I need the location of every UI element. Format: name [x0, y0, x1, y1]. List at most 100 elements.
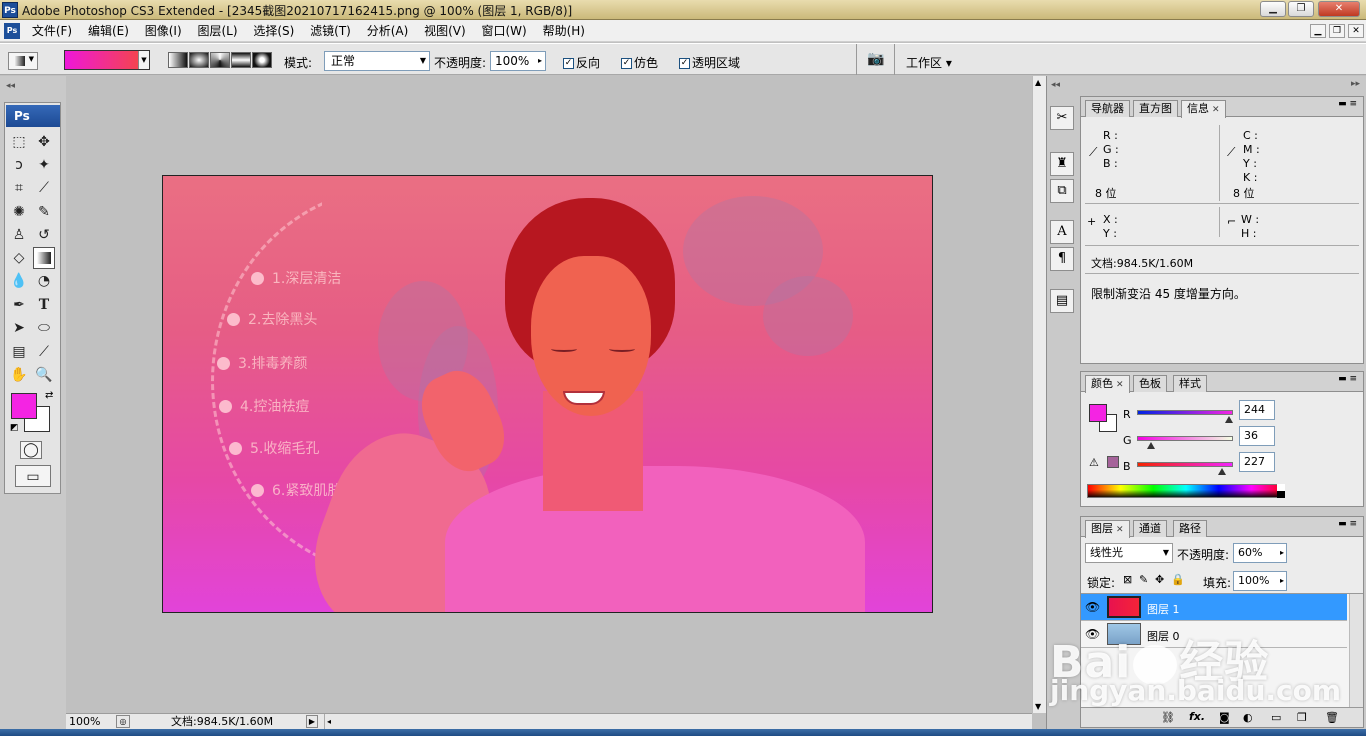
brushes-icon[interactable]: ♜	[1050, 152, 1074, 176]
tab-info[interactable]: 信息 ✕	[1181, 100, 1226, 118]
gradient-tool-icon[interactable]	[33, 247, 55, 269]
menu-file[interactable]: 文件(F)	[26, 20, 78, 42]
close-icon[interactable]: ✕	[1212, 105, 1220, 115]
doc-restore-button[interactable]: ❐	[1329, 24, 1345, 38]
layers-scrollbar[interactable]	[1349, 594, 1363, 708]
adjustment-layer-icon[interactable]: ◐	[1243, 711, 1253, 724]
tab-swatches[interactable]: 色板	[1133, 375, 1167, 392]
status-menu-icon[interactable]: ◎	[116, 715, 130, 728]
gamut-color-swatch[interactable]	[1107, 456, 1119, 468]
ellipse-tool-icon[interactable]: ⬭	[33, 317, 55, 339]
notes-tool-icon[interactable]: ▤	[8, 341, 30, 363]
tool-preset-picker[interactable]: ▼	[8, 52, 38, 70]
stamp-tool-icon[interactable]: ♙	[8, 224, 30, 246]
layer-row-1[interactable]: 👁 图层 1	[1081, 594, 1347, 621]
new-group-icon[interactable]: ▭	[1271, 711, 1281, 724]
g-slider-thumb[interactable]	[1146, 442, 1155, 449]
menu-analysis[interactable]: 分析(A)	[361, 20, 415, 42]
menu-help[interactable]: 帮助(H)	[537, 20, 591, 42]
maximize-button[interactable]: ❐	[1288, 1, 1314, 17]
gradient-picker[interactable]: ▼	[64, 50, 150, 70]
pen-tool-icon[interactable]: ✒	[8, 294, 30, 316]
menu-image[interactable]: 图像(I)	[139, 20, 188, 42]
menu-layer[interactable]: 图层(L)	[191, 20, 243, 42]
tab-histogram[interactable]: 直方图	[1133, 100, 1178, 117]
r-slider[interactable]	[1137, 410, 1233, 415]
linear-gradient-button[interactable]	[168, 52, 188, 68]
close-button[interactable]: ✕	[1318, 1, 1360, 17]
diamond-gradient-button[interactable]	[252, 52, 272, 68]
status-arrow-icon[interactable]: ▶	[306, 715, 318, 728]
default-colors-icon[interactable]: ◩	[10, 423, 19, 433]
expand-icon[interactable]: ▸▸	[1351, 79, 1360, 89]
layer-comps-icon[interactable]: ▤	[1050, 289, 1074, 313]
healing-brush-icon[interactable]: ✺	[8, 201, 30, 223]
eraser-tool-icon[interactable]: ◇	[8, 247, 30, 269]
color-fg-swatch[interactable]	[1089, 404, 1107, 422]
spectrum-black-swatch[interactable]	[1277, 491, 1285, 498]
history-brush-icon[interactable]: ↺	[33, 224, 55, 246]
doc-close-button[interactable]: ✕	[1348, 24, 1364, 38]
marquee-tool-icon[interactable]: ⬚	[8, 131, 30, 153]
lock-all-icon[interactable]: 🔒	[1171, 573, 1185, 586]
dodge-tool-icon[interactable]: ◔	[33, 270, 55, 292]
slice-tool-icon[interactable]: ⟋	[33, 177, 55, 199]
ps-menu-icon[interactable]: Ps	[4, 23, 20, 39]
scroll-down-icon[interactable]: ▼	[1035, 702, 1041, 711]
collapse-icon[interactable]: ◂◂	[1051, 80, 1060, 90]
link-layers-icon[interactable]: ⛓	[1161, 711, 1175, 724]
quick-mask-icon[interactable]: ◯	[20, 441, 42, 459]
minimize-button[interactable]: ▁	[1260, 1, 1286, 17]
visibility-eye-icon[interactable]: 👁	[1085, 600, 1100, 614]
image-canvas[interactable]: 1.深层清洁 2.去除黑头 3.排毒养颜 4.控油祛痘 5.收缩毛孔 6.紧致肌…	[162, 175, 933, 613]
tab-paths[interactable]: 路径	[1173, 520, 1207, 537]
blend-mode-select[interactable]: 线性光 ▼	[1085, 543, 1173, 563]
fill-input[interactable]: 100% ▸	[1233, 571, 1287, 591]
close-icon[interactable]: ✕	[1116, 525, 1124, 535]
blur-tool-icon[interactable]: 💧	[8, 270, 30, 292]
paragraph-icon[interactable]: ¶	[1050, 247, 1074, 271]
layer-style-icon[interactable]: fx.	[1189, 710, 1205, 723]
swap-colors-icon[interactable]: ⇄	[45, 390, 53, 401]
bridge-icon[interactable]: 📷	[864, 51, 888, 69]
vertical-scrollbar[interactable]: ▲ ▼	[1032, 76, 1046, 713]
type-tool-icon[interactable]: T	[33, 294, 55, 316]
path-selection-icon[interactable]: ➤	[8, 317, 30, 339]
reflected-gradient-button[interactable]	[231, 52, 251, 68]
menu-edit[interactable]: 编辑(E)	[82, 20, 135, 42]
layer-opacity-input[interactable]: 60% ▸	[1233, 543, 1287, 563]
close-icon[interactable]: ✕	[1116, 380, 1124, 390]
color-spectrum-bar[interactable]	[1087, 484, 1285, 498]
angle-gradient-button[interactable]	[210, 52, 230, 68]
layer-mask-icon[interactable]: ◙	[1219, 711, 1230, 724]
workspace-button[interactable]: 工作区 ▾	[906, 54, 952, 71]
tab-styles[interactable]: 样式	[1173, 375, 1207, 392]
b-value-field[interactable]: 227	[1239, 452, 1275, 472]
reverse-checkbox[interactable]: ✓ 反向	[563, 54, 600, 71]
g-slider[interactable]	[1137, 436, 1233, 441]
radial-gradient-button[interactable]	[189, 52, 209, 68]
hand-tool-icon[interactable]: ✋	[8, 364, 30, 386]
new-layer-icon[interactable]: ❐	[1297, 711, 1307, 724]
crop-tool-icon[interactable]: ⌗	[8, 177, 30, 199]
tab-color[interactable]: 颜色 ✕	[1085, 375, 1130, 393]
layer-name[interactable]: 图层 1	[1147, 601, 1180, 617]
tab-navigator[interactable]: 导航器	[1085, 100, 1130, 117]
move-tool-icon[interactable]: ✥	[33, 131, 55, 153]
screen-mode-icon[interactable]: ▭	[15, 465, 51, 487]
horizontal-scrollbar[interactable]: ◂	[324, 714, 1014, 729]
opacity-input[interactable]: 100% ▸	[490, 51, 546, 71]
scroll-up-icon[interactable]: ▲	[1035, 78, 1041, 87]
mode-select[interactable]: 正常 ▼	[324, 51, 430, 71]
tool-presets-icon[interactable]: ✂	[1050, 106, 1074, 130]
lock-transparent-icon[interactable]: ⊠	[1123, 573, 1132, 586]
b-slider-thumb[interactable]	[1218, 468, 1227, 475]
spectrum-white-swatch[interactable]	[1277, 484, 1285, 491]
panel-menu-icon[interactable]: ▬ ≡	[1338, 374, 1357, 384]
menu-window[interactable]: 窗口(W)	[476, 20, 533, 42]
transparency-checkbox[interactable]: ✓ 透明区域	[679, 54, 740, 71]
eyedropper-tool-icon[interactable]: ⟋	[33, 341, 55, 363]
menu-filter[interactable]: 滤镜(T)	[304, 20, 357, 42]
r-value-field[interactable]: 244	[1239, 400, 1275, 420]
delete-layer-icon[interactable]: 🗑	[1325, 711, 1339, 724]
